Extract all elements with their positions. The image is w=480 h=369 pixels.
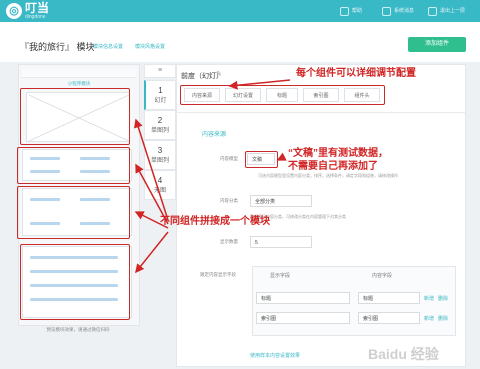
annotation-arrows [133, 79, 291, 274]
arrow-to-slideshow [133, 118, 169, 221]
annotation-middle-2: 不需要自己再添加了 [288, 161, 378, 172]
watermark: Baidu 经验 [368, 346, 439, 362]
arrow-to-content-model [276, 152, 287, 161]
annotation-middle-1: “文稿”里有测试数据， [288, 148, 388, 159]
arrow-to-list-3 [135, 231, 169, 274]
arrow-to-subtabs [228, 79, 291, 90]
annotation-top: 每个组件可以详细调节配置 [296, 68, 416, 79]
annotation-bottom: 不同组件拼接成一个模块 [160, 216, 270, 227]
